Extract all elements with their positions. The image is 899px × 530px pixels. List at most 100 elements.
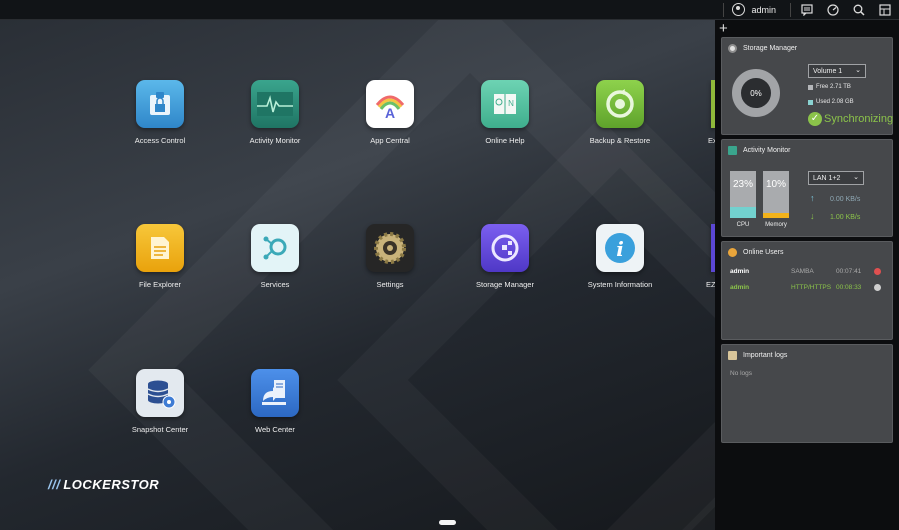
widget-title: Storage Manager xyxy=(743,45,798,52)
interface-select[interactable]: LAN 1+2 ⌄ xyxy=(808,171,864,185)
logs-icon xyxy=(728,351,737,360)
cpu-bar: 23% xyxy=(730,171,756,218)
search-icon[interactable] xyxy=(853,4,865,16)
storage-usage-donut: 0% xyxy=(732,69,780,117)
user-time: 00:07:41 xyxy=(836,268,862,275)
chevron-down-icon: ⌄ xyxy=(855,67,861,74)
used-swatch xyxy=(808,99,813,105)
snapshot-center-icon xyxy=(136,369,184,417)
volume-select[interactable]: Volume 1 ⌄ xyxy=(808,64,866,78)
widget-title: Activity Monitor xyxy=(743,147,791,154)
activity-monitor-widget: Activity Monitor 23% CPU 10% Memory LAN … xyxy=(721,139,893,237)
app-label: Storage Manager xyxy=(476,280,534,289)
topbar-icons xyxy=(790,2,891,17)
svg-text:A: A xyxy=(385,105,395,121)
lockerstor-logo: ///LOCKERSTOR xyxy=(48,477,159,492)
widgets-icon[interactable] xyxy=(879,3,891,16)
add-widget-button[interactable]: + xyxy=(719,21,728,36)
widget-header: Activity Monitor xyxy=(722,140,892,161)
sync-status: ✓ Synchronizing xyxy=(808,112,893,126)
app-online-help[interactable]: N Online Help xyxy=(450,80,560,145)
widget-title: Important logs xyxy=(743,352,788,359)
no-logs-text: No logs xyxy=(730,370,753,377)
user-time: 00:08:33 xyxy=(836,284,862,291)
app-external-devices[interactable]: Ex xyxy=(680,80,715,145)
storage-manager-widget: Storage Manager 0% Volume 1 ⌄ Free 2.71 … xyxy=(721,37,893,135)
svg-text:i: i xyxy=(616,237,624,261)
app-label: Services xyxy=(260,280,290,289)
widget-header: Online Users xyxy=(722,242,892,263)
activity-monitor-icon xyxy=(251,80,299,128)
download-rate: 1.00 KB/s xyxy=(830,214,861,221)
app-settings[interactable]: Settings xyxy=(335,224,445,289)
used-space: Used 2.08 GB xyxy=(808,99,854,105)
dashboard-icon[interactable] xyxy=(827,3,839,16)
access-control-icon xyxy=(136,80,184,128)
app-label: System Information xyxy=(587,280,653,289)
app-app-central[interactable]: A App Central xyxy=(335,80,445,145)
system-information-icon: i xyxy=(596,224,644,272)
cpu-label: CPU xyxy=(736,222,750,228)
app-label: Activity Monitor xyxy=(249,136,301,145)
interface-value: LAN 1+2 xyxy=(813,175,841,182)
cpu-fill xyxy=(730,207,756,218)
logo-mark: /// xyxy=(48,477,61,492)
activity-icon xyxy=(728,146,737,155)
widget-header: Storage Manager xyxy=(722,38,892,59)
app-system-information[interactable]: i System Information xyxy=(565,224,675,289)
user-row: admin HTTP/HTTPS 00:08:33 xyxy=(730,284,886,291)
important-logs-widget: Important logs No logs xyxy=(721,344,893,443)
disconnect-icon[interactable] xyxy=(874,284,881,291)
app-services[interactable]: Services xyxy=(220,224,330,289)
user-protocol: HTTP/HTTPS xyxy=(791,284,832,291)
page-indicator[interactable] xyxy=(439,520,456,525)
settings-icon xyxy=(366,224,414,272)
memory-label: Memory xyxy=(765,222,787,228)
app-backup-restore[interactable]: Backup & Restore xyxy=(565,80,675,145)
app-label: EZ xyxy=(706,280,715,289)
upload-arrow-icon: ↑ xyxy=(810,193,815,203)
svg-text:N: N xyxy=(508,99,514,108)
user-row: admin SAMBA 00:07:41 xyxy=(730,268,886,275)
app-label: Snapshot Center xyxy=(131,425,189,434)
app-label: Web Center xyxy=(255,425,295,434)
notifications-icon[interactable] xyxy=(801,3,813,16)
used-value: Used 2.08 GB xyxy=(816,99,854,105)
app-label: App Central xyxy=(370,136,410,145)
user-menu[interactable]: admin xyxy=(723,2,790,17)
free-swatch xyxy=(808,84,813,90)
app-web-center[interactable]: Web Center xyxy=(220,369,330,434)
app-activity-monitor[interactable]: Activity Monitor xyxy=(220,80,330,145)
app-file-explorer[interactable]: File Explorer xyxy=(105,224,215,289)
user-icon xyxy=(732,3,746,16)
volume-value: Volume 1 xyxy=(813,68,843,75)
chevron-down-icon: ⌄ xyxy=(853,174,859,181)
storage-icon xyxy=(728,44,737,53)
file-explorer-icon xyxy=(136,224,184,272)
memory-fill xyxy=(763,213,789,218)
logo-text: LOCKERSTOR xyxy=(63,477,160,492)
app-central-icon: A xyxy=(366,80,414,128)
app-storage-manager[interactable]: Storage Manager xyxy=(450,224,560,289)
memory-value: 10% xyxy=(765,179,786,190)
user-name: admin xyxy=(730,268,750,275)
users-icon xyxy=(728,248,737,257)
usage-percent: 0% xyxy=(750,88,762,98)
sync-label: Synchronizing xyxy=(824,113,894,125)
app-snapshot-center[interactable]: Snapshot Center xyxy=(105,369,215,434)
disconnect-icon[interactable] xyxy=(874,268,881,275)
web-center-icon xyxy=(251,369,299,417)
free-value: Free 2.71 TB xyxy=(816,84,851,90)
download-arrow-icon: ↓ xyxy=(810,211,815,221)
free-space: Free 2.71 TB xyxy=(808,84,851,90)
memory-bar: 10% xyxy=(763,171,789,218)
user-protocol: SAMBA xyxy=(791,268,814,275)
online-users-widget: Online Users admin SAMBA 00:07:41 admin … xyxy=(721,241,893,340)
app-access-control[interactable]: Access Control xyxy=(105,80,215,145)
top-bar: admin xyxy=(0,0,899,20)
cpu-value: 23% xyxy=(732,179,753,190)
widget-header: Important logs xyxy=(722,345,892,366)
app-label: Ex xyxy=(708,136,715,145)
username-label: admin xyxy=(751,4,776,15)
app-ez-connect[interactable]: EZ xyxy=(680,224,715,289)
